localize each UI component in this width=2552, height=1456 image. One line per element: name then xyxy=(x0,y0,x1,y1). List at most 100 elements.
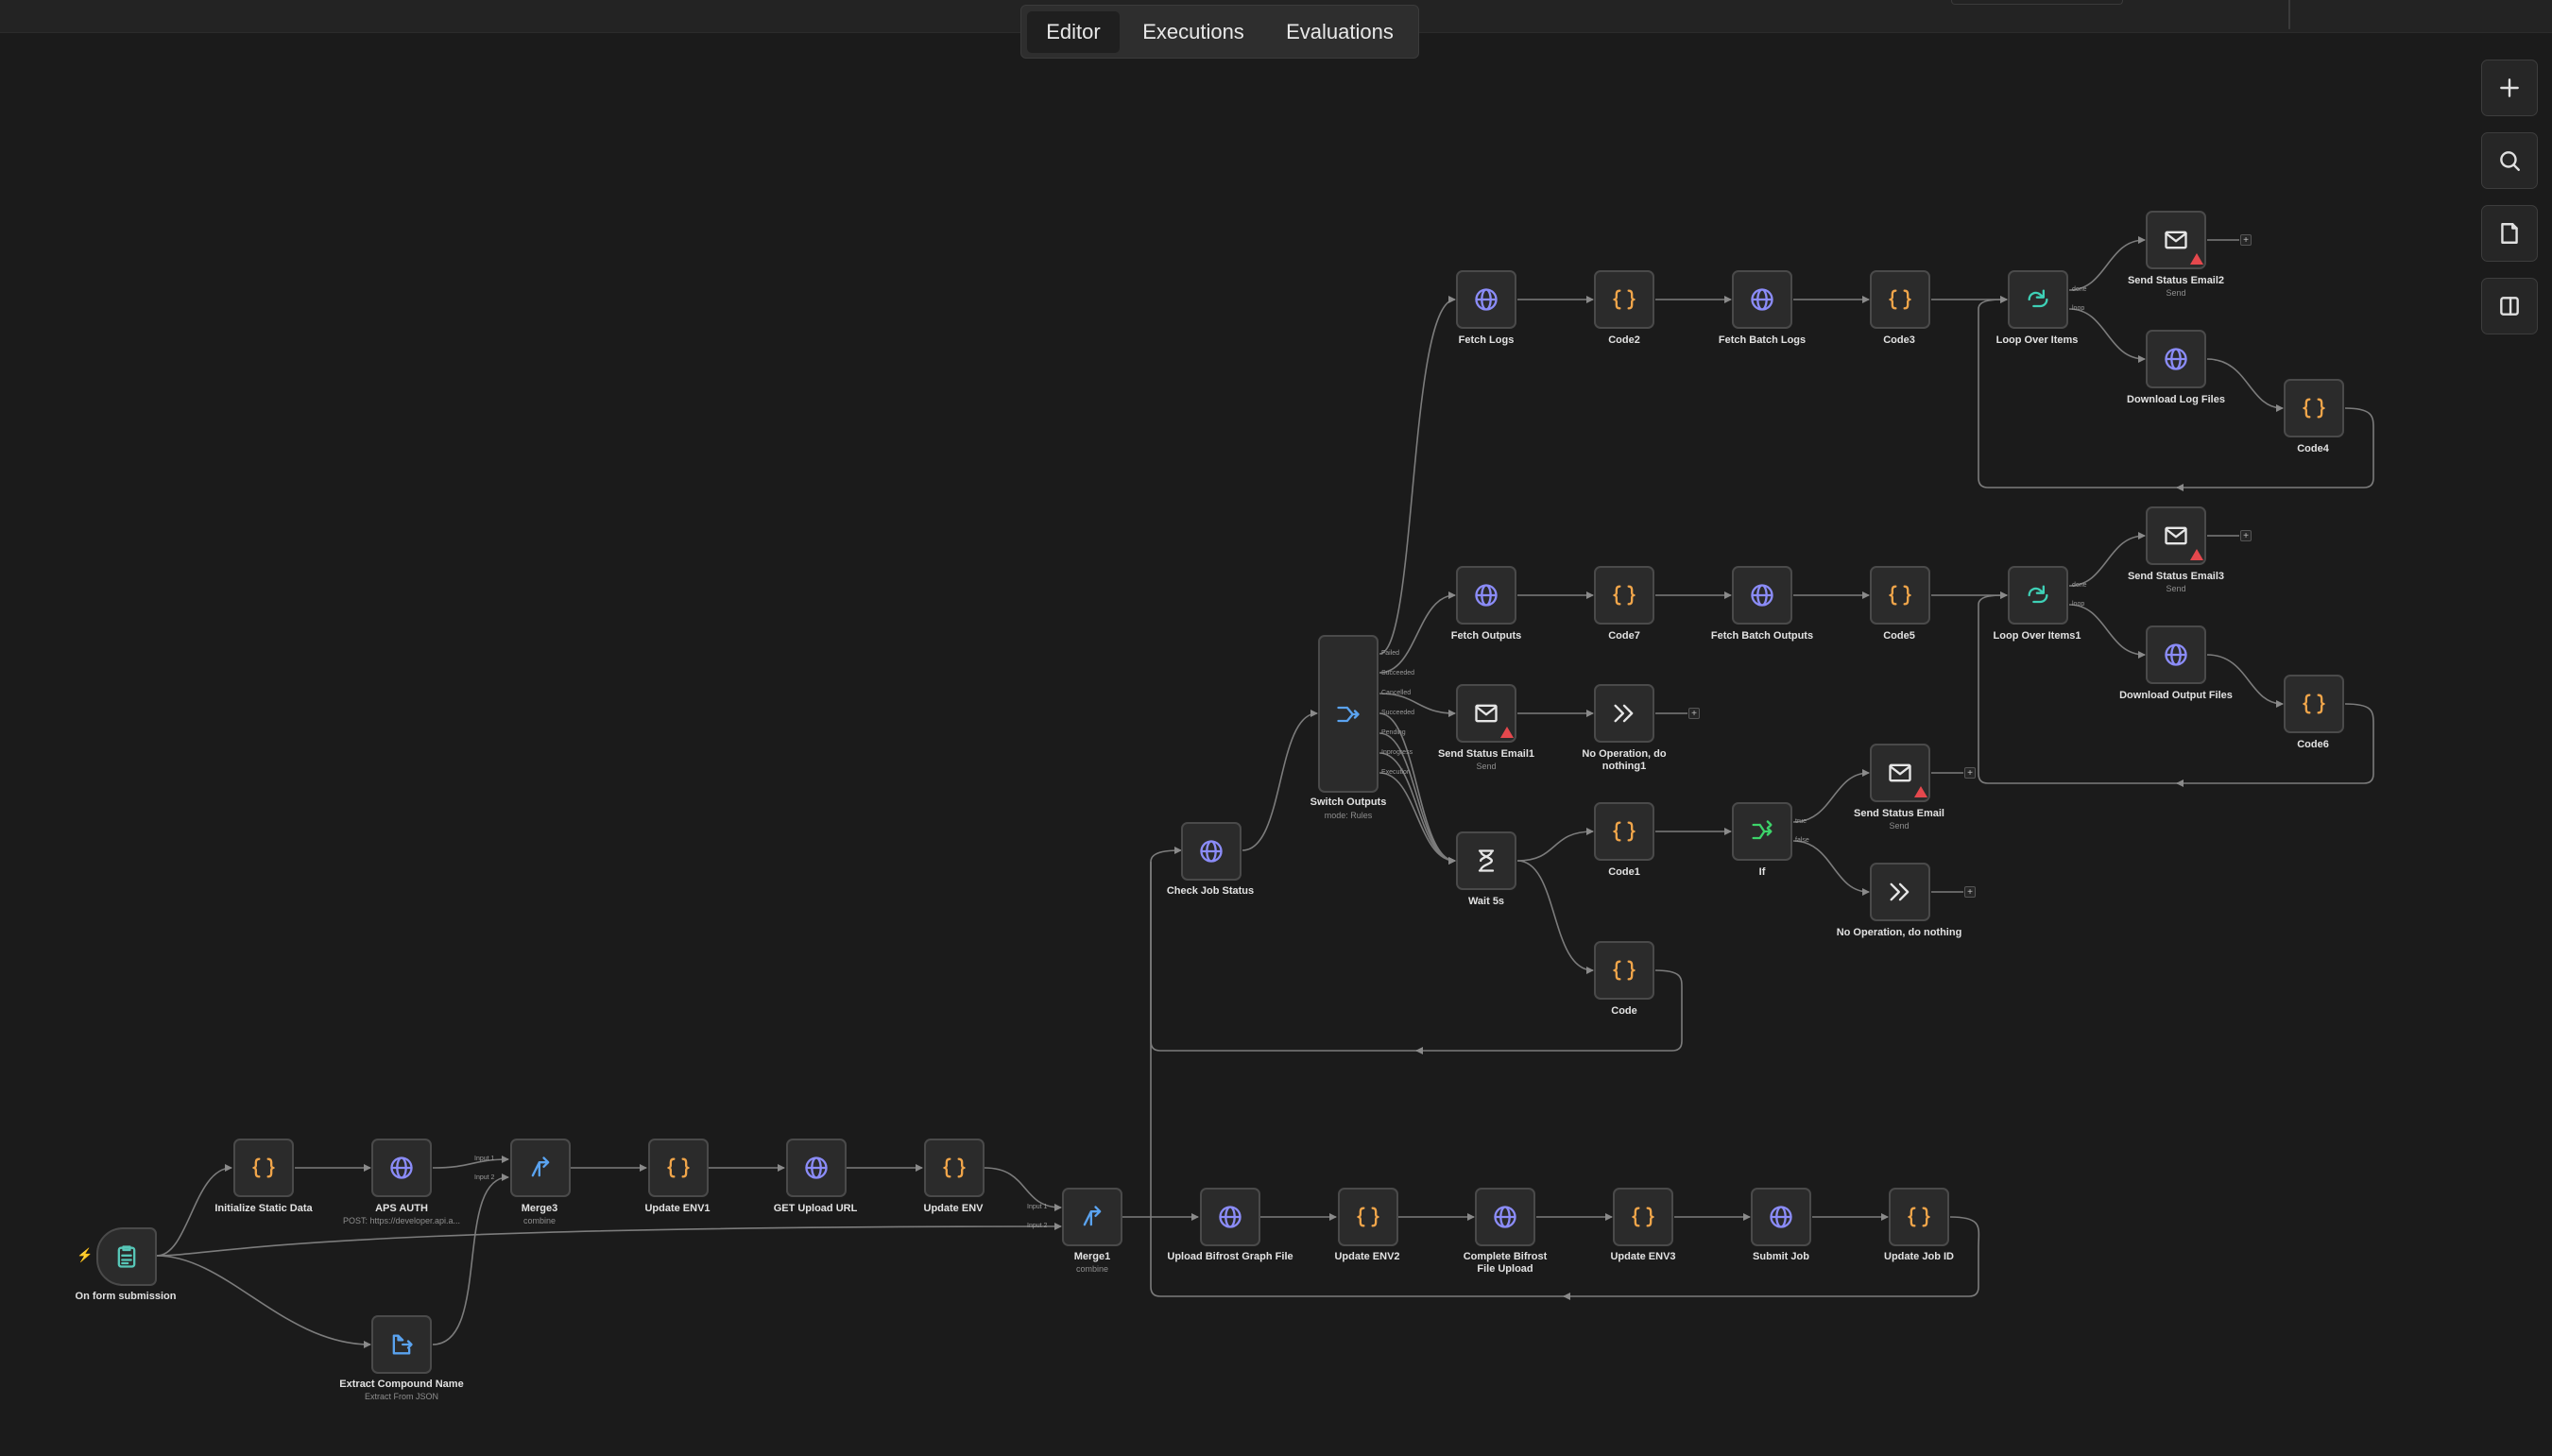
code-braces-icon xyxy=(2303,694,2325,714)
port-label: Inprogress xyxy=(1381,749,1413,756)
warning-icon xyxy=(1500,727,1514,738)
node-if[interactable] xyxy=(1732,802,1792,861)
node-code[interactable] xyxy=(1594,941,1654,1000)
node-label: Fetch Outputs xyxy=(1450,630,1522,642)
form-icon xyxy=(117,1245,136,1268)
node-update-env2[interactable] xyxy=(1338,1188,1398,1246)
code-braces-icon xyxy=(1613,585,1636,606)
node-subtitle: Extract From JSON xyxy=(364,1392,439,1401)
code-braces-icon xyxy=(1632,1207,1654,1227)
node-fetch-logs[interactable] xyxy=(1456,270,1516,329)
code-braces-icon xyxy=(1889,289,1911,310)
node-update-env3[interactable] xyxy=(1613,1188,1673,1246)
node-label: Wait 5s xyxy=(1467,896,1505,907)
code-braces-icon xyxy=(1613,960,1636,981)
node-subtitle: Send xyxy=(2166,584,2186,593)
add-node-icon[interactable]: + xyxy=(2240,234,2252,246)
edge xyxy=(432,1156,509,1169)
node-label: Submit Job xyxy=(1753,1251,1809,1262)
node-loop-over-items[interactable] xyxy=(2008,270,2068,329)
loop-icon xyxy=(2028,289,2048,308)
node-label: Merge1 xyxy=(1073,1251,1111,1262)
node-label: Switch Outputs xyxy=(1310,797,1387,808)
node-label: Update ENV xyxy=(923,1203,984,1214)
port-label: Input 1 xyxy=(474,1156,495,1162)
add-node-icon[interactable]: + xyxy=(1964,767,1976,779)
node-code3[interactable] xyxy=(1870,270,1930,329)
code-braces-icon xyxy=(943,1157,966,1178)
arrow-right-icon xyxy=(1890,882,1910,901)
code-braces-icon xyxy=(1908,1207,1930,1227)
node-code1[interactable] xyxy=(1594,802,1654,861)
port-label: Pending xyxy=(1381,729,1406,736)
mail-icon xyxy=(2165,231,2187,249)
node-subtitle: Send xyxy=(2166,288,2186,298)
node-label: Code3 xyxy=(1883,334,1915,346)
port-label: loop xyxy=(2072,601,2085,608)
node-code6[interactable] xyxy=(2284,675,2344,733)
port-label: true xyxy=(1795,818,1807,825)
node-label: Complete Bifrost File Upload xyxy=(1463,1251,1548,1275)
node-complete-bifrost-file-upload[interactable] xyxy=(1475,1188,1535,1246)
node-label: Loop Over Items xyxy=(1995,334,2079,346)
warning-icon xyxy=(2190,253,2203,265)
warning-icon xyxy=(1914,786,1927,797)
merge-icon xyxy=(531,1156,550,1177)
node-no-operation-do-nothing[interactable] xyxy=(1870,863,1930,921)
node-merge1[interactable] xyxy=(1062,1188,1122,1246)
add-node-icon[interactable]: + xyxy=(1964,886,1976,898)
node-label: Fetch Batch Outputs xyxy=(1710,630,1814,642)
node-label: Update ENV1 xyxy=(644,1203,711,1214)
node-fetch-outputs[interactable] xyxy=(1456,566,1516,625)
node-label: No Operation, do nothing1 xyxy=(1582,748,1667,772)
node-update-env[interactable] xyxy=(924,1139,985,1197)
warning-icon xyxy=(2190,549,2203,560)
code-braces-icon xyxy=(252,1157,275,1178)
node-upload-bifrost-graph-file[interactable] xyxy=(1200,1188,1260,1246)
node-download-log-files[interactable] xyxy=(2146,330,2206,388)
arrow-right-icon xyxy=(1614,704,1634,723)
node-aps-auth[interactable] xyxy=(371,1139,432,1197)
node-label: Send Status Email xyxy=(1854,808,1944,819)
add-node-icon[interactable]: + xyxy=(1688,708,1700,719)
edge xyxy=(156,1255,371,1348)
node-check-job-status[interactable] xyxy=(1181,822,1242,881)
node-code4[interactable] xyxy=(2284,379,2344,437)
code-braces-icon xyxy=(1889,585,1911,606)
port-label: false xyxy=(1795,837,1809,844)
node-code7[interactable] xyxy=(1594,566,1654,625)
globe-icon xyxy=(1751,288,1773,311)
loop-icon xyxy=(2028,585,2048,604)
code-braces-icon xyxy=(667,1157,690,1178)
edge xyxy=(156,1223,1062,1257)
node-download-output-files[interactable] xyxy=(2146,625,2206,684)
node-wait-5s[interactable] xyxy=(1456,831,1516,890)
node-subtitle: POST: https://developer.api.a... xyxy=(342,1216,461,1225)
node-fetch-batch-outputs[interactable] xyxy=(1732,566,1792,625)
node-update-job-id[interactable] xyxy=(1889,1188,1949,1246)
node-merge3[interactable] xyxy=(510,1139,571,1197)
merge-icon xyxy=(1083,1206,1102,1226)
node-loop-over-items1[interactable] xyxy=(2008,566,2068,625)
node-label: Send Status Email2 xyxy=(2127,275,2225,286)
globe-icon xyxy=(805,1156,828,1179)
node-on-form-submission[interactable] xyxy=(96,1227,157,1286)
edge xyxy=(1379,591,1456,674)
node-no-operation-do-nothing1[interactable] xyxy=(1594,684,1654,743)
node-subtitle: Send xyxy=(1889,821,1910,831)
node-get-upload-url[interactable] xyxy=(786,1139,847,1197)
port-label: loop xyxy=(2072,305,2085,312)
node-code2[interactable] xyxy=(1594,270,1654,329)
add-node-icon[interactable]: + xyxy=(2240,530,2252,541)
switch-icon xyxy=(1337,706,1360,722)
node-fetch-batch-logs[interactable] xyxy=(1732,270,1792,329)
node-label: Code7 xyxy=(1608,630,1640,642)
node-label: On form submission xyxy=(75,1291,177,1302)
node-code5[interactable] xyxy=(1870,566,1930,625)
node-extract-compound-name[interactable] xyxy=(371,1315,432,1374)
node-switch-outputs[interactable] xyxy=(1318,635,1379,793)
port-label: Succeeded xyxy=(1381,710,1415,716)
node-update-env1[interactable] xyxy=(648,1139,709,1197)
node-initialize-static-data[interactable] xyxy=(233,1139,294,1197)
node-submit-job[interactable] xyxy=(1751,1188,1811,1246)
